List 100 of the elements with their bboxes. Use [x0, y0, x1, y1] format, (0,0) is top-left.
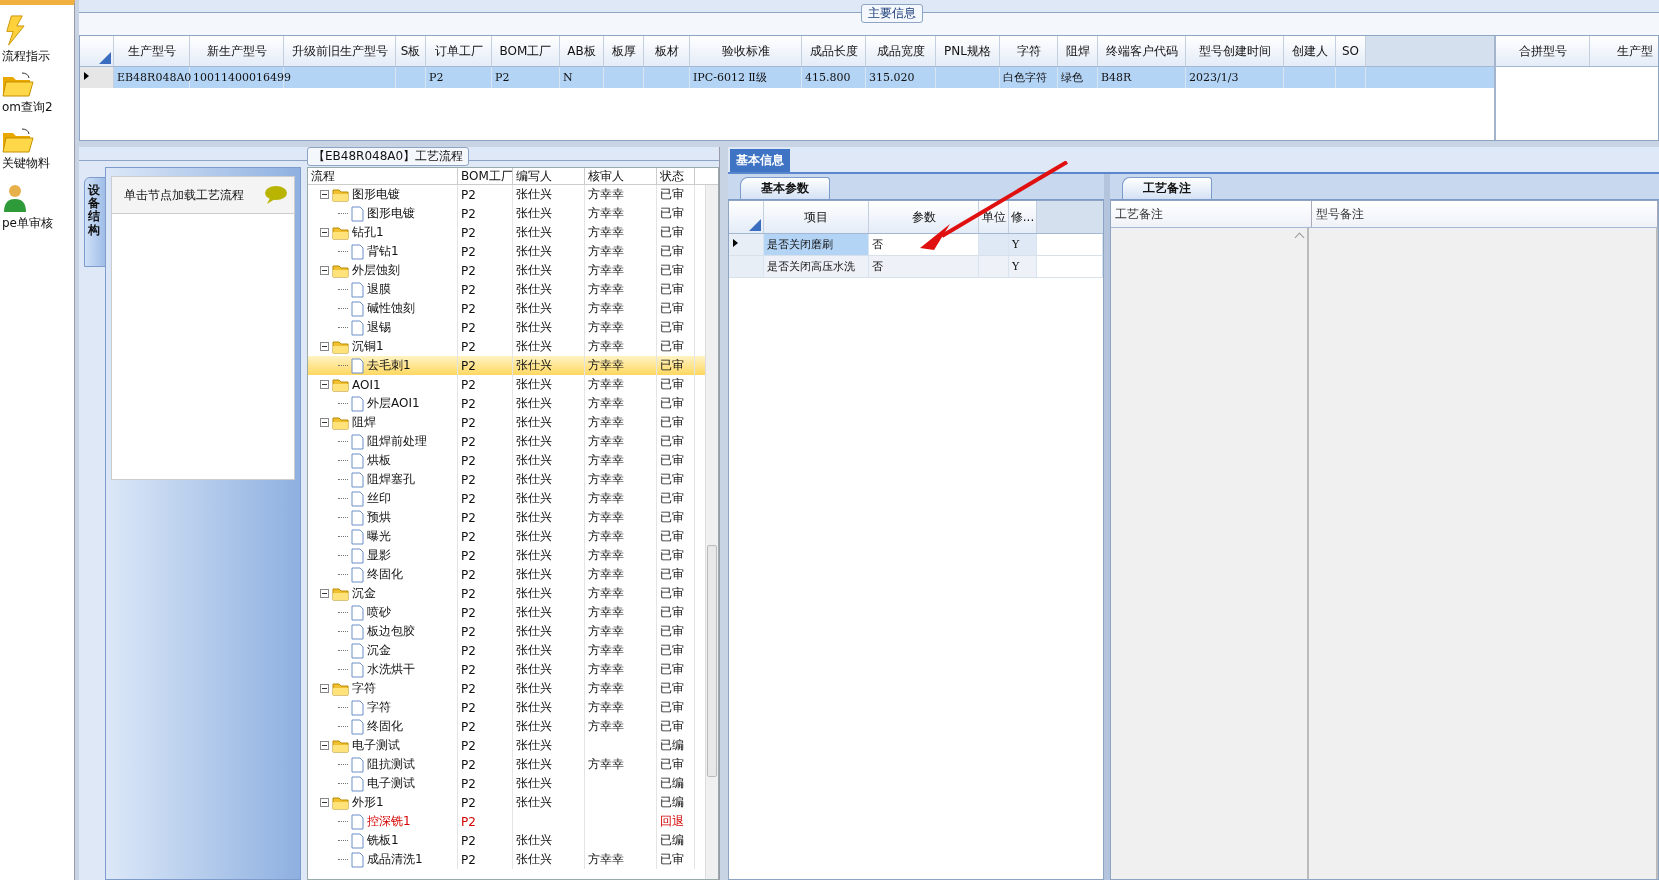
tree-row[interactable]: 外层蚀刻 P2 张仕兴 方幸幸 已审: [308, 261, 705, 280]
sidebar-label[interactable]: pe单审核: [2, 215, 53, 232]
collapse-icon[interactable]: [320, 190, 329, 199]
column-header[interactable]: 成品长度: [802, 36, 866, 66]
column-header[interactable]: PNL规格: [936, 36, 1000, 66]
table-cell: 已审: [660, 680, 684, 697]
tree-row[interactable]: 外形1 P2 张仕兴 已编: [308, 793, 705, 812]
collapse-icon[interactable]: [320, 342, 329, 351]
document-icon: [351, 300, 364, 317]
column-header[interactable]: 型号创建时间: [1186, 36, 1284, 66]
tree-row[interactable]: 字符 P2 张仕兴 方幸幸 已审: [308, 679, 705, 698]
table-cell: 张仕兴: [516, 623, 552, 640]
splitter[interactable]: [719, 147, 728, 880]
tree-row[interactable]: 铣板1 P2 张仕兴 已编: [308, 831, 705, 850]
column-header[interactable]: 成品宽度: [866, 36, 936, 66]
tree-row[interactable]: AOI1 P2 张仕兴 方幸幸 已审: [308, 375, 705, 394]
column-header[interactable]: 验收标准: [690, 36, 802, 66]
column-header[interactable]: 终端客户代码: [1098, 36, 1186, 66]
column-header[interactable]: AB板: [560, 36, 604, 66]
collapse-icon[interactable]: [320, 228, 329, 237]
vertical-tab[interactable]: 设备结构: [84, 177, 106, 267]
table-cell: 2023/1/3: [1189, 71, 1239, 84]
tab[interactable]: 基本信息: [730, 149, 790, 172]
tree-row[interactable]: 图形电镀 P2 张仕兴 方幸幸 已审: [308, 185, 705, 204]
column-header[interactable]: 板材: [644, 36, 690, 66]
column-header[interactable]: 新生产型号: [190, 36, 284, 66]
tab[interactable]: 基本参数: [740, 177, 830, 199]
column-header[interactable]: 编写人: [513, 168, 585, 184]
tab[interactable]: 工艺备注: [1122, 177, 1212, 199]
tree-row[interactable]: 去毛刺1 P2 张仕兴 方幸幸 已审: [308, 356, 705, 375]
tree-row[interactable]: 退膜 P2 张仕兴 方幸幸 已审: [308, 280, 705, 299]
column-header[interactable]: 阻焊: [1058, 36, 1098, 66]
sidebar-label[interactable]: 流程指示: [2, 48, 50, 65]
collapse-icon[interactable]: [320, 418, 329, 427]
column-header[interactable]: S板: [396, 36, 426, 66]
tree-row[interactable]: 水洗烘干 P2 张仕兴 方幸幸 已审: [308, 660, 705, 679]
column-header[interactable]: 型号备注: [1312, 201, 1658, 227]
tree-row[interactable]: 预烘 P2 张仕兴 方幸幸 已审: [308, 508, 705, 527]
tree-row[interactable]: 控深铣1 P2 回退: [308, 812, 705, 831]
tree-row[interactable]: 退锡 P2 张仕兴 方幸幸 已审: [308, 318, 705, 337]
tree-row[interactable]: 喷砂 P2 张仕兴 方幸幸 已审: [308, 603, 705, 622]
tree-row[interactable]: 阻焊塞孔 P2 张仕兴 方幸幸 已审: [308, 470, 705, 489]
tree-row[interactable]: 阻抗测试 P2 张仕兴 方幸幸 已审: [308, 755, 705, 774]
column-header[interactable]: 核审人: [585, 168, 657, 184]
collapse-icon[interactable]: [320, 741, 329, 750]
tree-row[interactable]: 成品清洗1 P2 张仕兴 方幸幸 已审: [308, 850, 705, 869]
tree-row[interactable]: 图形电镀 P2 张仕兴 方幸幸 已审: [308, 204, 705, 223]
tree-row[interactable]: 电子测试 P2 张仕兴 已编: [308, 774, 705, 793]
document-icon: [351, 566, 364, 583]
collapse-icon[interactable]: [320, 380, 329, 389]
column-header[interactable]: 流程: [308, 168, 458, 184]
tree-row[interactable]: 电子测试 P2 张仕兴 已编: [308, 736, 705, 755]
column-header[interactable]: 字符: [1000, 36, 1058, 66]
tree-row[interactable]: 背钻1 P2 张仕兴 方幸幸 已审: [308, 242, 705, 261]
column-header[interactable]: 项目: [764, 201, 869, 233]
tree-row[interactable]: 外层AOI1 P2 张仕兴 方幸幸 已审: [308, 394, 705, 413]
table-row[interactable]: EB48R048A0 10011400016499 P2 P2 N IPC-6012 Ⅱ级 415.800 315.020 白色字符 绿色 B48R 2023/1/3: [80, 67, 1494, 88]
folder-icon: [332, 586, 349, 601]
tree-row[interactable]: 字符 P2 张仕兴 方幸幸 已审: [308, 698, 705, 717]
column-header[interactable]: 板厚: [604, 36, 644, 66]
column-header[interactable]: BOM工厂: [492, 36, 560, 66]
tree-row[interactable]: 丝印 P2 张仕兴 方幸幸 已审: [308, 489, 705, 508]
tree-row[interactable]: 阻焊 P2 张仕兴 方幸幸 已审: [308, 413, 705, 432]
table-cell: IPC-6012 Ⅱ级: [693, 70, 767, 85]
column-header[interactable]: BOM工厂: [458, 168, 513, 184]
folder-icon[interactable]: [2, 71, 34, 97]
tree-row[interactable]: 终固化 P2 张仕兴 方幸幸 已审: [308, 565, 705, 584]
sidebar-label[interactable]: om查询2: [2, 99, 53, 116]
collapse-icon[interactable]: [320, 684, 329, 693]
column-header[interactable]: 状态: [657, 168, 695, 184]
table-cell: P2: [495, 71, 510, 84]
user-icon[interactable]: [2, 183, 28, 213]
tree-row[interactable]: 碱性蚀刻 P2 张仕兴 方幸幸 已审: [308, 299, 705, 318]
tree-row[interactable]: 沉金 P2 张仕兴 方幸幸 已审: [308, 584, 705, 603]
tree-row[interactable]: 曝光 P2 张仕兴 方幸幸 已审: [308, 527, 705, 546]
scrollbar[interactable]: [705, 185, 718, 879]
tree-row[interactable]: 终固化 P2 张仕兴 方幸幸 已审: [308, 717, 705, 736]
column-header[interactable]: 升级前旧生产型号: [284, 36, 396, 66]
column-header[interactable]: 创建人: [1284, 36, 1336, 66]
collapse-icon[interactable]: [320, 589, 329, 598]
column-header[interactable]: 生产型: [1590, 36, 1658, 66]
folder-icon[interactable]: [2, 127, 34, 153]
collapse-icon[interactable]: [320, 266, 329, 275]
sidebar-label[interactable]: 关键物料: [2, 155, 50, 172]
tree-row[interactable]: 板边包胶 P2 张仕兴 方幸幸 已审: [308, 622, 705, 641]
column-header[interactable]: 工艺备注: [1111, 201, 1312, 227]
collapse-icon[interactable]: [320, 798, 329, 807]
column-header[interactable]: 合拼型号: [1496, 36, 1590, 66]
column-header[interactable]: 生产型号: [114, 36, 190, 66]
tree-row[interactable]: 烘板 P2 张仕兴 方幸幸 已审: [308, 451, 705, 470]
column-header[interactable]: 订单工厂: [426, 36, 492, 66]
table-row[interactable]: 是否关闭磨刷 否 Y: [729, 234, 1103, 256]
document-icon: [351, 661, 364, 678]
tree-row[interactable]: 钻孔1 P2 张仕兴 方幸幸 已审: [308, 223, 705, 242]
tree-row[interactable]: 沉金 P2 张仕兴 方幸幸 已审: [308, 641, 705, 660]
step-name: 阻焊塞孔: [367, 471, 415, 488]
column-header[interactable]: 单位: [979, 201, 1009, 233]
table-row[interactable]: 是否关闭高压水洗 否 Y: [729, 256, 1103, 278]
tree-row[interactable]: 显影 P2 张仕兴 方幸幸 已审: [308, 546, 705, 565]
tree-row[interactable]: 阻焊前处理 P2 张仕兴 方幸幸 已审: [308, 432, 705, 451]
